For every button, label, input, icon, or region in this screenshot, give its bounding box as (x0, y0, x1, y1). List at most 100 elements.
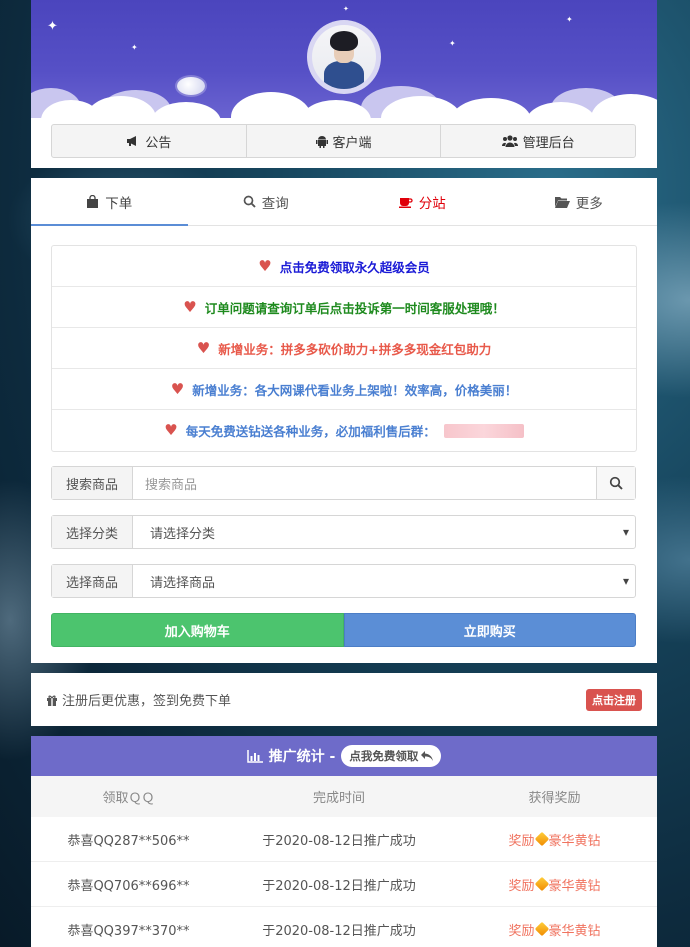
avatar-hair (330, 31, 358, 51)
heart-icon: ♥ (170, 379, 185, 398)
notice-item[interactable]: ♥ 点击免费领取永久超级会员 (52, 246, 636, 287)
star-decoration: ✦ (566, 15, 573, 24)
notice-item: ♥ 订单问题请查询订单后点击投诉第一时间客服处理哦！ (52, 287, 636, 328)
heart-icon: ♥ (196, 338, 211, 357)
reward-prefix: 奖励 (508, 878, 535, 894)
diamond-icon (534, 831, 549, 847)
notice-text: 订单问题请查询订单后点击投诉第一时间客服处理哦！ (204, 300, 505, 316)
table-row: 恭喜QQ397**370** 于2020-08-12日推广成功 奖励 豪华黄钻 (31, 907, 657, 947)
reward-prefix: 奖励 (508, 833, 535, 849)
reward-name: 豪华黄钻 (548, 878, 601, 894)
column-header-reward: 获得奖励 (528, 791, 581, 806)
cloud-decoration (301, 100, 371, 118)
tab-order-label: 下单 (105, 195, 133, 212)
redacted-group-number (443, 423, 524, 438)
reward-name: 豪华黄钻 (548, 833, 601, 849)
folder-open-icon (554, 196, 570, 208)
client-button[interactable]: 客户端 (247, 125, 442, 157)
reply-icon (421, 751, 434, 761)
diamond-icon (534, 921, 549, 937)
action-buttons: 加入购物车 立即购买 (51, 613, 636, 647)
notice-item: ♥ 每天免费送钻送各种业务，必加福利售后群： (52, 410, 636, 451)
product-row: 选择商品 请选择商品 (51, 564, 636, 598)
row-qq: 恭喜QQ706**696** (67, 878, 190, 894)
search-label: 搜索商品 (52, 467, 133, 499)
row-time: 于2020-08-12日推广成功 (262, 878, 416, 894)
announcement-button[interactable]: 公告 (52, 125, 247, 157)
star-decoration: ✦ (449, 39, 456, 48)
register-button[interactable]: 点击注册 (586, 688, 642, 711)
cloud-decoration (231, 92, 311, 118)
tab-substation-label: 分站 (418, 195, 446, 212)
row-time: 于2020-08-12日推广成功 (262, 923, 416, 939)
column-header-time: 完成时间 (312, 791, 365, 806)
notice-text: 点击免费领取永久超级会员 (279, 259, 430, 275)
stats-table-header: 领取ＱＱ 完成时间 获得奖励 (31, 776, 657, 817)
notice-text: 新增业务：拼多多砍价助力+拼多多现金红包助力 (218, 341, 492, 357)
search-icon (609, 476, 623, 490)
category-label: 选择分类 (52, 516, 133, 548)
category-select[interactable]: 请选择分类 (133, 516, 635, 548)
order-card: 下单 查询 分站 更多 ♥ 点击免费领取永久超级会员 ♥ 订单问题请查询订单后点… (31, 178, 657, 663)
header-card: ✦ ✦ ✦ ✦ ✦ 公告 客户端 管理后台 (31, 0, 657, 168)
admin-button[interactable]: 管理后台 (441, 125, 635, 157)
heart-icon: ♥ (183, 297, 197, 316)
tab-more[interactable]: 更多 (501, 178, 658, 225)
promotion-stats: 推广统计 - 点我免费领取 领取ＱＱ 完成时间 获得奖励 恭喜QQ287**50… (31, 736, 657, 947)
row-qq: 恭喜QQ397**370** (67, 923, 190, 939)
announcement-label: 公告 (145, 135, 172, 151)
avatar[interactable] (307, 20, 381, 94)
star-decoration: ✦ (343, 5, 349, 13)
search-row: 搜索商品 搜索商品 (51, 466, 636, 500)
client-label: 客户端 (332, 135, 372, 151)
header-banner: ✦ ✦ ✦ ✦ ✦ (31, 0, 657, 118)
product-select[interactable]: 请选择商品 (133, 565, 635, 597)
avatar-image (312, 25, 376, 89)
row-reward: 奖励 豪华黄钻 (452, 830, 657, 849)
stats-header: 推广统计 - 点我免费领取 (31, 736, 657, 776)
tab-query-label: 查询 (261, 195, 289, 212)
android-icon (315, 135, 328, 148)
notice-list: ♥ 点击免费领取永久超级会员 ♥ 订单问题请查询订单后点击投诉第一时间客服处理哦… (51, 245, 637, 452)
category-row: 选择分类 请选择分类 (51, 515, 636, 549)
search-button[interactable] (596, 467, 635, 499)
table-row: 恭喜QQ287**506** 于2020-08-12日推广成功 奖励 豪华黄钻 (31, 817, 657, 862)
notice-item: ♥ 新增业务：拼多多砍价助力+拼多多现金红包助力 (52, 328, 636, 369)
tab-query[interactable]: 查询 (188, 178, 345, 225)
register-text: 注册后更优惠，签到免费下单 (62, 694, 232, 709)
register-bar: 注册后更优惠，签到免费下单 点击注册 (31, 673, 657, 726)
register-promo: 注册后更优惠，签到免费下单 (46, 690, 231, 709)
claim-free-button[interactable]: 点我免费领取 (341, 745, 442, 767)
row-reward: 奖励 豪华黄钻 (452, 920, 657, 939)
row-reward: 奖励 豪华黄钻 (452, 875, 657, 894)
heart-icon: ♥ (258, 256, 272, 275)
tab-order[interactable]: 下单 (31, 178, 188, 226)
users-icon (501, 135, 518, 147)
search-input[interactable]: 搜索商品 (133, 467, 596, 499)
row-time: 于2020-08-12日推广成功 (262, 833, 416, 849)
shopping-bag-icon (86, 195, 99, 208)
diamond-icon (534, 876, 549, 892)
tab-more-label: 更多 (575, 195, 603, 212)
add-to-cart-button[interactable]: 加入购物车 (51, 613, 344, 647)
avatar-body (324, 61, 364, 89)
bar-chart-icon (246, 749, 263, 763)
cloud-decoration (451, 98, 531, 118)
heart-icon: ♥ (164, 421, 178, 439)
bullhorn-icon (126, 135, 140, 147)
tab-substation[interactable]: 分站 (344, 178, 501, 225)
planet-decoration (177, 77, 205, 95)
coffee-icon (398, 196, 413, 208)
reward-prefix: 奖励 (508, 923, 535, 939)
product-label: 选择商品 (52, 565, 133, 597)
tab-bar: 下单 查询 分站 更多 (31, 178, 657, 226)
star-decoration: ✦ (47, 19, 58, 34)
table-row: 恭喜QQ706**696** 于2020-08-12日推广成功 奖励 豪华黄钻 (31, 862, 657, 907)
star-decoration: ✦ (131, 43, 138, 52)
header-nav: 公告 客户端 管理后台 (51, 124, 636, 158)
notice-text: 每天免费送钻送各种业务，必加福利售后群： (185, 424, 436, 439)
buy-now-button[interactable]: 立即购买 (343, 613, 636, 647)
stats-title: 推广统计 - (268, 749, 336, 765)
notice-text: 新增业务：各大网课代看业务上架啦！效率高，价格美丽！ (192, 382, 518, 398)
search-icon (243, 195, 256, 208)
